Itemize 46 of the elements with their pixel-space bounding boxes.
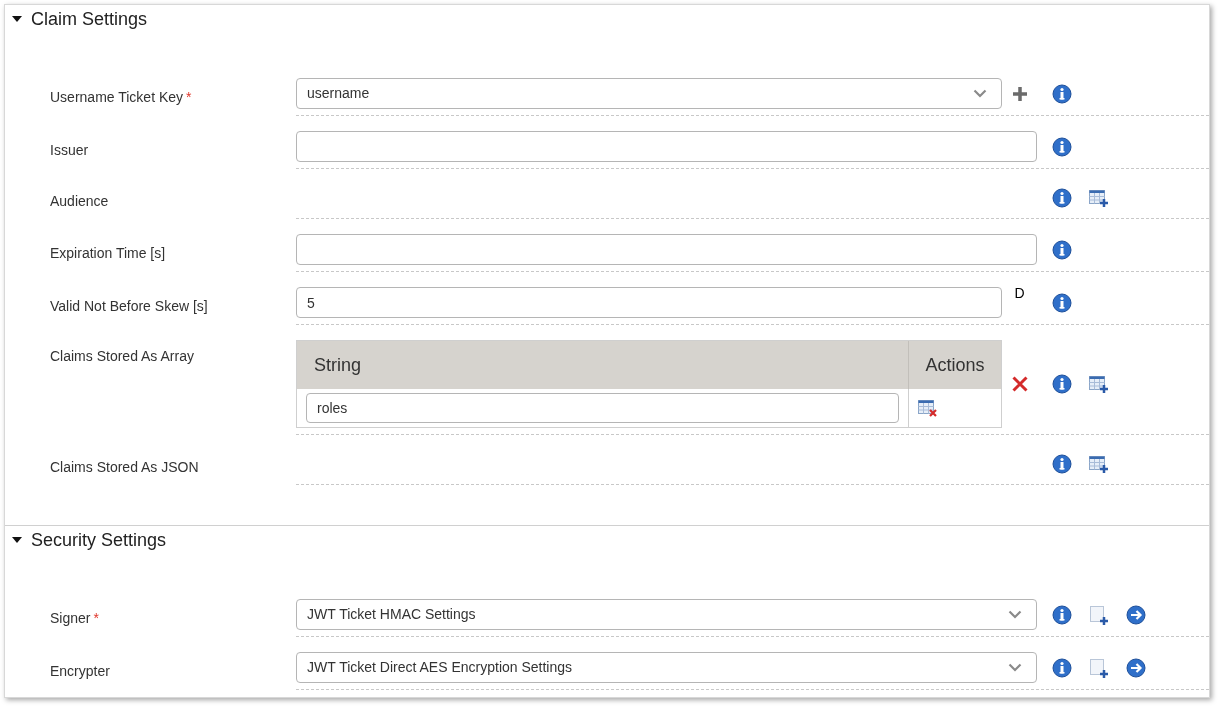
- info-icon[interactable]: [1052, 239, 1072, 260]
- new-document-icon[interactable]: [1089, 604, 1109, 625]
- text-field[interactable]: [296, 131, 1037, 162]
- field-label: Signer: [50, 608, 91, 628]
- required-asterisk: *: [93, 608, 99, 628]
- text-field[interactable]: 5: [296, 287, 1002, 318]
- field-label: Username Ticket Key: [50, 87, 184, 107]
- arrow-right-icon[interactable]: [1126, 657, 1146, 678]
- note-text: D: [1014, 284, 1025, 303]
- section-title[interactable]: Security Settings: [31, 526, 167, 554]
- text-field[interactable]: [296, 234, 1037, 265]
- info-icon[interactable]: [1052, 136, 1072, 157]
- new-document-icon[interactable]: [1089, 657, 1109, 678]
- section-title[interactable]: Claim Settings: [31, 5, 148, 33]
- add-table-icon[interactable]: [1089, 189, 1109, 207]
- field-label: Issuer: [50, 140, 89, 160]
- plus-icon[interactable]: [1012, 86, 1027, 101]
- select-dropdown[interactable]: username: [296, 78, 1002, 109]
- chevron-down-icon: [1008, 610, 1022, 619]
- field-label: Claims Stored As Array: [50, 347, 194, 366]
- info-icon[interactable]: [1052, 454, 1072, 474]
- info-icon[interactable]: [1052, 374, 1072, 394]
- field-label: Encrypter: [50, 661, 110, 681]
- info-icon[interactable]: [1052, 604, 1072, 625]
- required-asterisk: *: [186, 87, 192, 107]
- table-input-field[interactable]: roles: [306, 393, 899, 423]
- add-table-icon[interactable]: [1089, 375, 1109, 393]
- info-icon[interactable]: [1052, 657, 1072, 678]
- info-icon[interactable]: [1052, 188, 1072, 208]
- select-dropdown[interactable]: JWT Ticket HMAC Settings: [296, 599, 1037, 630]
- field-label: Claims Stored As JSON: [50, 458, 199, 477]
- column-header: Actions: [924, 353, 986, 377]
- delete-row-icon[interactable]: [918, 399, 938, 417]
- field-label: Expiration Time [s]: [50, 243, 166, 263]
- collapse-caret-icon[interactable]: [12, 536, 22, 544]
- select-dropdown[interactable]: JWT Ticket Direct AES Encryption Settings: [296, 652, 1037, 683]
- arrow-right-icon[interactable]: [1126, 604, 1146, 625]
- add-table-icon[interactable]: [1089, 455, 1109, 473]
- info-icon[interactable]: [1052, 292, 1072, 313]
- collapse-caret-icon[interactable]: [12, 15, 22, 23]
- delete-icon[interactable]: [1011, 376, 1028, 392]
- field-label: Audience: [50, 192, 109, 211]
- chevron-down-icon: [1008, 663, 1022, 672]
- field-label: Valid Not Before Skew [s]: [50, 296, 208, 316]
- chevron-down-icon: [973, 89, 987, 98]
- info-icon[interactable]: [1052, 83, 1072, 104]
